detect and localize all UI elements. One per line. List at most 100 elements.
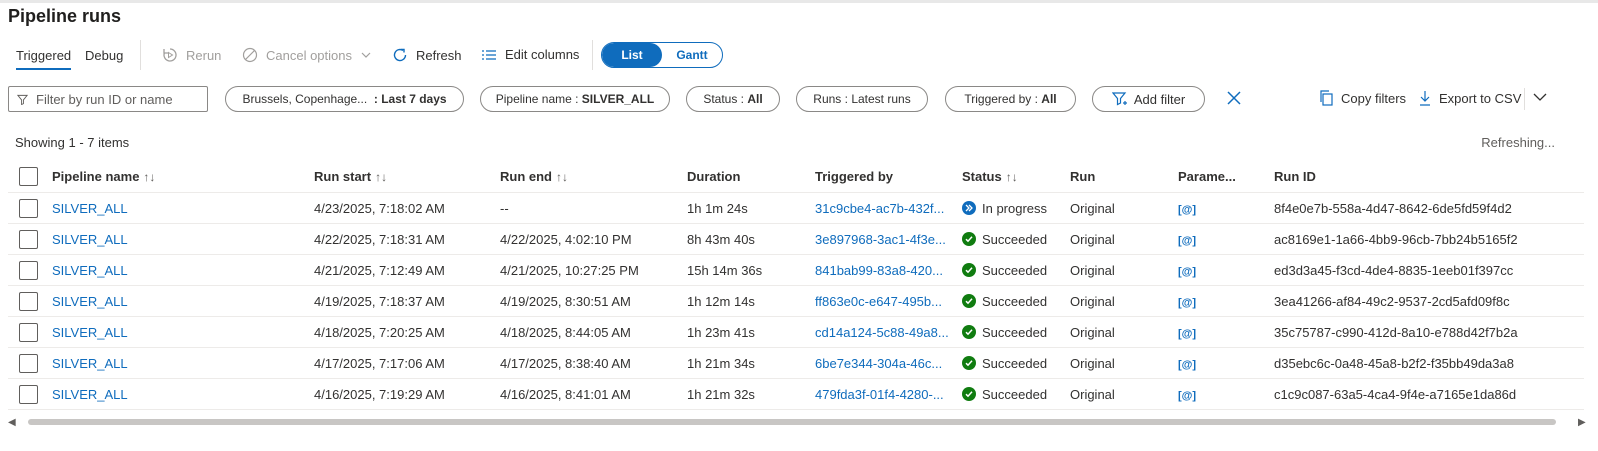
page-title: Pipeline runs: [8, 6, 122, 26]
add-filter-button[interactable]: Add filter: [1092, 86, 1205, 112]
pipeline-name-link[interactable]: SILVER_ALL: [52, 263, 128, 278]
runs-filter-label: Runs :: [813, 92, 848, 106]
timezone-filter-pill[interactable]: Brussels, Copenhage... : Last 7 days: [225, 86, 464, 112]
check-circle-icon: [962, 294, 976, 308]
parameters-icon[interactable]: [@]: [1178, 359, 1196, 371]
status-cell: Succeeded: [962, 294, 1070, 309]
export-csv-button[interactable]: Export to CSV: [1419, 90, 1521, 106]
table-row[interactable]: SILVER_ALL 4/21/2025, 7:12:49 AM 4/21/2025…: [8, 254, 1584, 286]
duration-cell: 1h 21m 32s: [687, 378, 815, 410]
row-checkbox[interactable]: [19, 198, 38, 218]
table-row[interactable]: SILVER_ALL 4/18/2025, 7:20:25 AM 4/18/2025…: [8, 316, 1584, 348]
run-id-cell: 3ea41266-af84-49c2-9537-2cd5afd09f8c: [1274, 285, 1584, 317]
sort-desc-icon: ↑↓: [375, 169, 388, 184]
table-row[interactable]: SILVER_ALL 4/23/2025, 7:18:02 AM -- 1h 1m 2…: [8, 192, 1584, 224]
pipeline-name-link[interactable]: SILVER_ALL: [52, 325, 128, 340]
refresh-status: Refreshing...: [1481, 135, 1555, 150]
pipeline-name-link[interactable]: SILVER_ALL: [52, 232, 128, 247]
row-checkbox[interactable]: [19, 322, 38, 342]
clear-filters-button[interactable]: [1227, 91, 1241, 105]
triggered-by-filter-pill[interactable]: Triggered by : All: [945, 86, 1076, 112]
table-row[interactable]: SILVER_ALL 4/22/2025, 7:18:31 AM 4/22/2025…: [8, 223, 1584, 255]
table-row[interactable]: SILVER_ALL 4/19/2025, 7:18:37 AM 4/19/2025…: [8, 285, 1584, 317]
run-id-cell: ac8169e1-1a66-4bb9-96cb-7bb24b5165f2: [1274, 223, 1584, 255]
run-type-cell: Original: [1070, 285, 1178, 317]
check-circle-icon: [962, 356, 976, 370]
status-filter-pill[interactable]: Status : All: [686, 86, 780, 112]
copy-filters-button[interactable]: Copy filters: [1319, 90, 1406, 106]
header-pipeline-name[interactable]: Pipeline name ↑↓: [52, 160, 314, 193]
triggered-by-link[interactable]: 841bab99-83a8-420...: [815, 263, 943, 278]
header-run-end[interactable]: Run end ↑↓: [500, 160, 687, 193]
triggered-by-link[interactable]: ff863e0c-e647-495b...: [815, 294, 942, 309]
header-triggered-by[interactable]: Triggered by: [815, 160, 962, 193]
row-checkbox[interactable]: [19, 384, 38, 404]
scroll-right-icon[interactable]: ▶: [1578, 417, 1586, 428]
status-text: Succeeded: [982, 262, 1048, 278]
toolbar-divider: [1524, 88, 1525, 110]
header-label: Duration: [687, 168, 741, 184]
pipeline-name-link[interactable]: SILVER_ALL: [52, 356, 128, 371]
pipeline-name-link[interactable]: SILVER_ALL: [52, 294, 128, 309]
run-type-cell: Original: [1070, 192, 1178, 224]
run-start-cell: 4/18/2025, 7:20:25 AM: [314, 316, 500, 348]
tab-triggered[interactable]: Triggered: [16, 48, 72, 70]
pipeline-name-link[interactable]: SILVER_ALL: [52, 387, 128, 402]
copy-icon: [1320, 90, 1333, 106]
header-duration[interactable]: Duration: [687, 160, 815, 193]
pipeline-name-link[interactable]: SILVER_ALL: [52, 201, 128, 216]
list-view-button[interactable]: List: [602, 43, 662, 67]
run-end-cell: 4/22/2025, 4:02:10 PM: [500, 223, 687, 255]
parameters-icon[interactable]: [@]: [1178, 204, 1196, 216]
row-checkbox[interactable]: [19, 291, 38, 311]
row-checkbox[interactable]: [19, 229, 38, 249]
cancel-icon: [242, 47, 258, 63]
run-type-cell: Original: [1070, 316, 1178, 348]
refresh-button[interactable]: Refresh: [392, 47, 462, 63]
search-input[interactable]: Filter by run ID or name: [8, 86, 208, 112]
pipeline-filter-pill[interactable]: Pipeline name : SILVER_ALL: [480, 86, 670, 112]
in-progress-icon: [962, 201, 976, 215]
chevron-down-icon: [361, 52, 371, 58]
header-parameters[interactable]: Parame...: [1178, 160, 1274, 193]
triggered-by-link[interactable]: cd14a124-5c88-49a8...: [815, 325, 949, 340]
triggered-by-link[interactable]: 3e897968-3ac1-4f3e...: [815, 232, 946, 247]
more-options-button[interactable]: [1533, 92, 1547, 102]
gantt-view-button[interactable]: Gantt: [662, 43, 722, 67]
parameters-icon[interactable]: [@]: [1178, 235, 1196, 247]
triggered-by-link[interactable]: 6be7e344-304a-46c...: [815, 356, 942, 371]
row-checkbox[interactable]: [19, 353, 38, 373]
horizontal-scrollbar[interactable]: ◀ ▶: [8, 417, 1590, 428]
header-status[interactable]: Status ↑↓: [962, 160, 1070, 193]
triggered-by-link[interactable]: 31c9cbe4-ac7b-432f...: [815, 201, 944, 216]
parameters-icon[interactable]: [@]: [1178, 266, 1196, 278]
table-row[interactable]: SILVER_ALL 4/16/2025, 7:19:29 AM 4/16/2025…: [8, 378, 1584, 410]
header-run[interactable]: Run: [1070, 160, 1178, 193]
runs-filter-pill[interactable]: Runs : Latest runs: [796, 86, 928, 112]
triggered-filter-label: Triggered by :: [964, 92, 1038, 106]
run-id-cell: 35c75787-c990-412d-8a10-e788d42f7b2a: [1274, 316, 1584, 348]
tab-debug[interactable]: Debug: [85, 48, 123, 63]
runs-filter-value: Latest runs: [851, 92, 911, 106]
edit-columns-button[interactable]: Edit columns: [481, 47, 579, 62]
header-run-id[interactable]: Run ID: [1274, 160, 1584, 193]
parameters-icon[interactable]: [@]: [1178, 390, 1196, 402]
scroll-left-icon[interactable]: ◀: [8, 417, 16, 428]
row-checkbox[interactable]: [19, 260, 38, 280]
parameters-icon[interactable]: [@]: [1178, 328, 1196, 340]
run-start-cell: 4/17/2025, 7:17:06 AM: [314, 347, 500, 379]
scrollbar-thumb[interactable]: [28, 419, 1556, 425]
rerun-button[interactable]: Rerun: [162, 47, 221, 63]
cancel-options-button[interactable]: Cancel options: [242, 47, 372, 63]
triggered-by-link[interactable]: 479fda3f-01f4-4280-...: [815, 387, 944, 402]
status-cell: Succeeded: [962, 263, 1070, 278]
status-cell: Succeeded: [962, 232, 1070, 247]
select-all-checkbox[interactable]: [19, 166, 38, 186]
header-run-start[interactable]: Run start ↑↓: [314, 160, 500, 193]
timezone-label: Brussels, Copenhage...: [242, 92, 368, 106]
parameters-icon[interactable]: [@]: [1178, 297, 1196, 309]
status-cell: Succeeded: [962, 325, 1070, 340]
export-csv-label: Export to CSV: [1439, 90, 1522, 106]
table-row[interactable]: SILVER_ALL 4/17/2025, 7:17:06 AM 4/17/2025…: [8, 347, 1584, 379]
edit-columns-icon: [482, 49, 496, 60]
